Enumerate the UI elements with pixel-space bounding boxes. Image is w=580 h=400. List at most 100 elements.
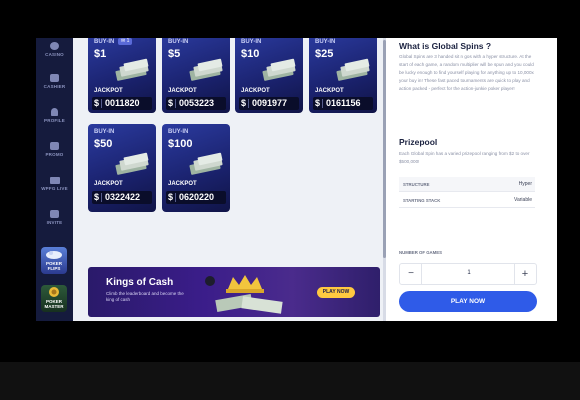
divider	[101, 99, 102, 109]
sidebar-item-promo[interactable]: PROMO	[36, 142, 73, 157]
buyin-label: BUY-IN	[168, 39, 189, 45]
starting-stack-label: STARTING STACK	[403, 198, 441, 203]
jackpot-counter: $0011820	[92, 97, 152, 110]
sidebar-item-wpfg-live[interactable]: WPFG LIVE	[36, 177, 73, 191]
structure-row: STRUCTURE Hyper	[399, 177, 535, 192]
currency-symbol: $	[93, 98, 99, 108]
tournament-card-10[interactable]: BUY-IN $10 JACKPOT $0091977	[235, 38, 303, 113]
kings-of-cash-banner[interactable]: Kings of Cash Climb the leaderboard and …	[88, 267, 380, 317]
sidebar-item-invite[interactable]: INVITE	[36, 210, 73, 225]
bottom-letterbox	[0, 362, 580, 400]
banner-play-now-button[interactable]: PLAY NOW	[317, 287, 355, 298]
cashier-icon	[50, 74, 59, 82]
buyin-label: BUY-IN	[168, 129, 189, 135]
jackpot-counter: $0091977	[239, 97, 299, 110]
buyin-amount: $100	[168, 138, 193, 150]
banner-title: Kings of Cash	[106, 277, 174, 288]
sidebar-item-label: PROMO	[45, 152, 64, 157]
promo-icon	[50, 142, 59, 150]
tournament-card-1[interactable]: BUY-IN ✉ 1 $1 JACKPOT $0011820	[88, 38, 156, 113]
buyin-label: BUY-IN	[315, 39, 336, 45]
sidebar-item-label: INVITE	[46, 220, 63, 225]
structure-label: STRUCTURE	[403, 182, 430, 187]
jackpot-value: 0161156	[326, 98, 361, 108]
currency-symbol: $	[93, 192, 99, 202]
casino-icon	[50, 42, 59, 50]
currency-symbol: $	[167, 98, 173, 108]
sidebar-item-label: PROFILE	[44, 118, 65, 123]
increment-button[interactable]: +	[515, 265, 535, 283]
sidebar-item-profile[interactable]: PROFILE	[36, 108, 73, 123]
tournament-card-5[interactable]: BUY-IN $5 JACKPOT $0053223	[162, 38, 230, 113]
sidebar-item-label: CASINO	[45, 52, 64, 57]
starting-stack-value: Variable	[514, 197, 532, 203]
game-info-panel: What is Global Spins ? Global Spins are …	[386, 38, 557, 321]
ticket-badge: ✉ 1	[118, 38, 133, 45]
currency-symbol: $	[167, 192, 173, 202]
live-icon	[49, 177, 60, 184]
buyin-label: BUY-IN	[94, 39, 115, 45]
starting-stack-row: STARTING STACK Variable	[399, 193, 535, 208]
jackpot-value: 0620220	[179, 192, 215, 202]
divider	[322, 99, 323, 109]
poker-master-label: POKER MASTER	[44, 299, 64, 309]
prizepool-text: Each Global Spin has a varied prizepool …	[399, 151, 530, 164]
buyin-amount: $5	[168, 48, 181, 60]
cash-stack-icon	[189, 58, 223, 81]
poker-flips-label: POKER FLIPS	[45, 261, 62, 271]
games-quantity-value[interactable]: 1	[460, 270, 478, 276]
buyin-amount: $50	[94, 138, 113, 150]
top-letterbox	[0, 0, 580, 38]
jackpot-counter: $0053223	[166, 97, 226, 110]
buyin-label: BUY-IN	[94, 129, 115, 135]
poker-master-tile[interactable]: POKER MASTER	[41, 285, 67, 312]
invite-icon	[50, 210, 59, 218]
cash-stack-icon	[336, 58, 370, 81]
jackpot-label: JACKPOT	[94, 88, 123, 94]
buyin-amount: $10	[241, 48, 260, 60]
decrement-button[interactable]: −	[401, 265, 421, 283]
currency-symbol: $	[314, 98, 320, 108]
play-now-button[interactable]: PLAY NOW	[399, 291, 537, 312]
sidebar-item-casino[interactable]: CASINO	[36, 42, 73, 57]
jackpot-label: JACKPOT	[168, 181, 197, 187]
profile-icon	[51, 108, 58, 116]
sidebar-item-label: CASHIER	[43, 84, 66, 89]
poker-master-logo-icon	[49, 287, 59, 297]
panel-heading: What is Global Spins ?	[399, 41, 492, 51]
sidebar: CASINO CASHIER PROFILE PROMO WPFG LIVE I…	[36, 38, 73, 321]
cash-stack-icon	[115, 152, 149, 175]
panel-description: Global Spins are 3 handed sit n gos with…	[399, 54, 534, 91]
buyin-amount: $1	[94, 48, 107, 60]
jackpot-label: JACKPOT	[315, 88, 344, 94]
tournament-card-25[interactable]: BUY-IN $25 JACKPOT $0161156	[309, 38, 377, 113]
screen-frame: CASINO CASHIER PROFILE PROMO WPFG LIVE I…	[0, 0, 580, 400]
buyin-label: BUY-IN	[241, 39, 262, 45]
sidebar-item-cashier[interactable]: CASHIER	[36, 74, 73, 89]
poker-flips-logo-icon	[46, 251, 62, 259]
cash-stack-icon	[115, 58, 149, 81]
number-of-games-label: NUMBER OF GAMES	[399, 250, 442, 255]
jackpot-label: JACKPOT	[94, 181, 123, 187]
jackpot-value: 0091977	[252, 98, 288, 108]
tournament-grid: BUY-IN ✉ 1 $1 JACKPOT $0011820 BUY-IN $5	[73, 38, 383, 321]
buyin-amount: $25	[315, 48, 334, 60]
poker-flips-tile[interactable]: POKER FLIPS	[41, 247, 67, 274]
jackpot-label: JACKPOT	[241, 88, 270, 94]
cash-stack-icon	[262, 58, 296, 81]
structure-value: Hyper	[518, 181, 532, 187]
divider	[248, 99, 249, 109]
cash-stack-icon	[189, 152, 223, 175]
jackpot-label: JACKPOT	[168, 88, 197, 94]
jackpot-value: 0011820	[105, 98, 140, 108]
prizepool-heading: Prizepool	[399, 137, 438, 147]
jackpot-counter: $0322422	[92, 191, 152, 204]
divider	[175, 99, 176, 109]
currency-symbol: $	[240, 98, 246, 108]
divider	[101, 193, 102, 203]
divider	[175, 193, 176, 203]
tournament-card-50[interactable]: BUY-IN $50 JACKPOT $0322422	[88, 124, 156, 212]
banner-subtitle: Climb the leaderboard and become the kin…	[106, 291, 184, 302]
jackpot-value: 0053223	[179, 98, 215, 108]
tournament-card-100[interactable]: BUY-IN $100 JACKPOT $0620220	[162, 124, 230, 212]
